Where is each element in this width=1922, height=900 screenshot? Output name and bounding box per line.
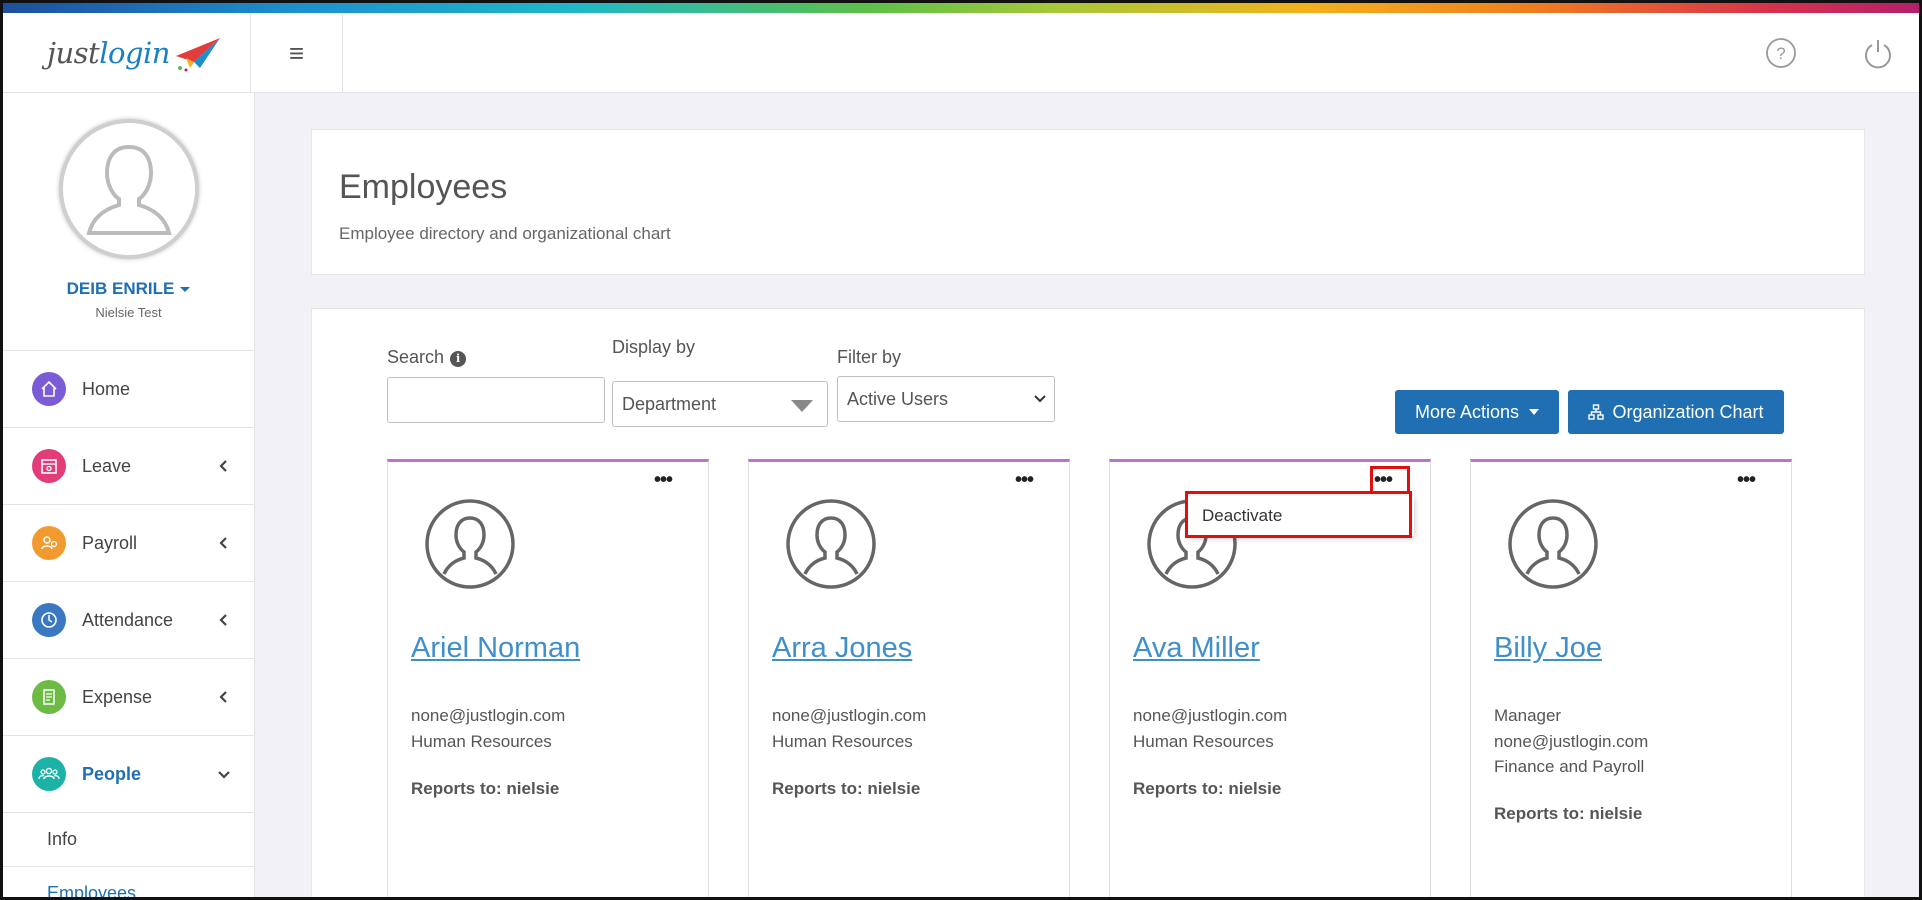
- more-options-icon[interactable]: •••: [654, 470, 673, 490]
- employee-reports-to: Reports to: nielsie: [1133, 779, 1282, 798]
- power-icon[interactable]: [1862, 37, 1894, 69]
- sidebar-subitem-info[interactable]: Info: [3, 813, 254, 867]
- clock-icon: [32, 603, 66, 637]
- info-icon[interactable]: i: [450, 351, 467, 367]
- user-name-dropdown[interactable]: DEIB ENRILE: [3, 279, 254, 299]
- employee-card: ••• Ariel Norman none@justlogin.com Huma…: [387, 459, 709, 897]
- sidebar-item-label: Leave: [82, 455, 132, 476]
- employee-reports-to: Reports to: nielsie: [1494, 804, 1643, 823]
- employee-card: ••• Arra Jones none@justlogin.com Human …: [748, 459, 1070, 897]
- chevron-left-icon: [219, 614, 227, 626]
- avatar-icon: [425, 499, 515, 589]
- employee-card: ••• Billy Joe Manager none@justlogin.com…: [1470, 459, 1792, 897]
- employee-name-link[interactable]: Billy Joe: [1494, 632, 1602, 665]
- person-icon: [85, 144, 172, 235]
- sidebar-item-home[interactable]: Home: [3, 351, 254, 428]
- help-icon[interactable]: ?: [1765, 37, 1797, 69]
- logo[interactable]: justlogin: [3, 13, 251, 93]
- card-options-menu: Deactivate: [1188, 496, 1414, 536]
- employee-department: Human Resources: [1133, 732, 1274, 751]
- employee-email: none@justlogin.com: [772, 706, 927, 725]
- employee-email: none@justlogin.com: [1494, 732, 1649, 751]
- user-profile: DEIB ENRILE Nielsie Test: [3, 93, 254, 351]
- organization-chart-button[interactable]: Organization Chart: [1568, 390, 1784, 434]
- more-actions-button[interactable]: More Actions: [1395, 390, 1559, 434]
- page-title: Employees: [339, 168, 508, 206]
- employee-name-link[interactable]: Ariel Norman: [411, 632, 580, 665]
- people-icon: [32, 757, 66, 791]
- employee-email: none@justlogin.com: [1133, 706, 1288, 725]
- sidebar-item-expense[interactable]: Expense: [3, 659, 254, 736]
- more-options-icon[interactable]: •••: [1015, 470, 1034, 490]
- calendar-icon: [32, 449, 66, 483]
- more-options-icon[interactable]: •••: [1737, 470, 1756, 490]
- home-icon: [32, 372, 66, 406]
- avatar-icon: [1508, 499, 1598, 589]
- sidebar-subitem-employees[interactable]: Employees: [3, 867, 254, 900]
- search-label: Search i: [387, 347, 467, 368]
- sidebar-item-label: Home: [82, 378, 131, 399]
- user-org: Nielsie Test: [95, 305, 162, 320]
- logo-just: just: [47, 36, 100, 70]
- sidebar-item-label: Payroll: [82, 532, 138, 553]
- chevron-down-icon: [218, 771, 230, 779]
- display-by-value: Department: [622, 393, 717, 414]
- search-input[interactable]: [387, 377, 605, 423]
- employee-title: Manager: [1494, 706, 1562, 725]
- chevron-down-icon: [1034, 395, 1046, 403]
- hamburger-icon[interactable]: ≡: [251, 13, 343, 93]
- caret-down-icon: [180, 287, 191, 293]
- filter-by-value: Active Users: [847, 388, 949, 409]
- sidebar-item-label: Attendance: [82, 609, 174, 630]
- employee-card: ••• Ava Miller none@justlogin.com Human …: [1109, 459, 1431, 897]
- more-actions-label: More Actions: [1414, 401, 1520, 422]
- avatar-icon: [786, 499, 876, 589]
- caret-down-icon: [1529, 409, 1540, 415]
- sidebar-subitem-label: Info: [47, 829, 78, 849]
- org-chart-icon: [1588, 404, 1605, 420]
- chevron-left-icon: [219, 691, 227, 703]
- employee-name-link[interactable]: Ava Miller: [1133, 632, 1260, 665]
- employee-reports-to: Reports to: nielsie: [772, 779, 921, 798]
- chevron-left-icon: [219, 460, 227, 472]
- more-options-icon[interactable]: •••: [1374, 470, 1393, 490]
- brand-color-strip: [3, 3, 1919, 13]
- dropdown-arrow-icon: [791, 400, 813, 412]
- employee-reports-to: Reports to: nielsie: [411, 779, 560, 798]
- employee-department: Human Resources: [772, 732, 913, 751]
- page-header: Employees Employee directory and organiz…: [311, 129, 1865, 275]
- sidebar-item-leave[interactable]: Leave: [3, 428, 254, 505]
- logo-wordmark: justlogin: [47, 36, 170, 70]
- search-label-text: Search: [387, 347, 445, 367]
- receipt-icon: [32, 680, 66, 714]
- sidebar-subitem-label: Employees: [47, 883, 137, 900]
- employee-name-link[interactable]: Arra Jones: [772, 632, 912, 665]
- sidebar-item-payroll[interactable]: Payroll: [3, 505, 254, 582]
- organization-chart-label: Organization Chart: [1612, 401, 1764, 422]
- employee-directory: Search i Display by Department Filter by …: [311, 308, 1865, 897]
- sidebar-item-people[interactable]: People: [3, 736, 254, 813]
- top-bar: justlogin ≡ ?: [3, 13, 1919, 93]
- filter-by-select[interactable]: Active Users: [837, 376, 1055, 422]
- sidebar-item-label: Expense: [82, 686, 153, 707]
- paper-plane-icon: [175, 38, 220, 72]
- svg-text:?: ?: [1776, 44, 1785, 63]
- sidebar-item-label: People: [82, 763, 142, 784]
- display-by-select[interactable]: Department: [612, 381, 828, 427]
- chevron-left-icon: [219, 537, 227, 549]
- page-subtitle: Employee directory and organizational ch…: [339, 224, 671, 243]
- logo-login: login: [99, 36, 170, 70]
- user-name: DEIB ENRILE: [66, 279, 175, 298]
- deactivate-menu-item[interactable]: Deactivate: [1202, 506, 1282, 526]
- filter-by-label: Filter by: [837, 347, 902, 367]
- employee-department: Finance and Payroll: [1494, 757, 1645, 776]
- sidebar: DEIB ENRILE Nielsie Test Home Leave Payr…: [3, 93, 255, 900]
- payroll-icon: [32, 526, 66, 560]
- employee-department: Human Resources: [411, 732, 552, 751]
- sidebar-item-attendance[interactable]: Attendance: [3, 582, 254, 659]
- employee-email: none@justlogin.com: [411, 706, 566, 725]
- app-window: justlogin ≡ ? DEIB ENRILE Nielsie Test H…: [0, 0, 1922, 900]
- display-by-label: Display by: [612, 337, 696, 357]
- avatar: [58, 119, 199, 259]
